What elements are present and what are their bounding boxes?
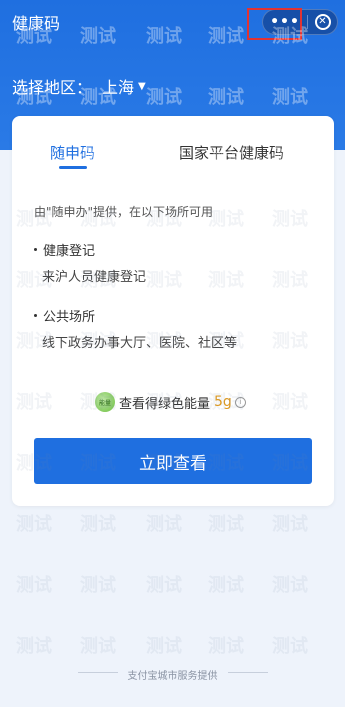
view-now-button[interactable]: 立即查看 [34,438,312,484]
watermark-text: 测试 [208,636,244,657]
section-health-registration[interactable]: 健康登记 [34,240,95,259]
watermark-text: 测试 [80,636,116,657]
footer-text: 支付宝城市服务提供 [127,671,218,682]
top-bar: 健康码 ••• ✕ [0,0,345,44]
watermark-text: 测试 [146,514,182,535]
info-icon[interactable]: i [234,396,246,408]
watermark-text: 测试 [208,514,244,535]
watermark-text: 测试 [146,636,182,657]
watermark-text: 测试 [272,514,308,535]
green-energy-icon: 能量 [95,392,115,412]
provider-text: 由"随申办"提供，在以下场所可用 [34,205,214,219]
health-code-card: 随申码 国家平台健康码 由"随申办"提供，在以下场所可用 健康登记 来沪人员健康… [12,116,334,506]
region-label: 选择地区： [12,78,93,97]
watermark-text: 测试 [272,575,308,596]
watermark-text: 测试 [80,575,116,596]
section-subtitle: 来沪人员健康登记 [42,270,147,285]
mini-app-capsule: ••• ✕ [262,9,338,35]
tab-bar: 随申码 国家平台健康码 [12,116,334,172]
footer-divider-right [228,672,268,673]
bullet-dot [34,314,37,317]
bullet-dot [34,248,37,251]
watermark-text: 测试 [16,575,52,596]
section-title-text: 健康登记 [43,244,96,259]
watermark-text: 测试 [208,575,244,596]
watermark-text: 测试 [16,636,52,657]
tab-suishen-code[interactable]: 随申码 [50,142,95,163]
close-circle-icon: ✕ [314,14,331,30]
caret-down-icon: ▼ [138,80,146,92]
region-value: 上海 [102,78,135,97]
watermark-text: 测试 [80,514,116,535]
region-value-wrap[interactable]: 上海 ▼ [102,74,146,98]
watermark-text: 测试 [272,636,308,657]
more-button[interactable]: ••• [263,10,307,34]
energy-text: 查看得绿色能量 [119,396,211,412]
green-energy-row[interactable]: 能量 查看得绿色能量 5g i [95,392,246,412]
energy-amount: 5g [214,394,232,410]
more-dots-icon: ••• [270,14,300,30]
tab-national-health-code[interactable]: 国家平台健康码 [179,142,284,163]
section-title-text: 公共场所 [43,310,96,325]
section-subtitle: 线下政务办事大厅、医院、社区等 [42,336,238,351]
close-glyph: ✕ [318,16,327,27]
active-tab-underline [59,166,87,169]
watermark-text: 测试 [16,514,52,535]
close-button[interactable]: ✕ [308,14,337,30]
region-selector[interactable]: 选择地区： 上海 ▼ [12,74,146,98]
watermark-text: 测试 [146,575,182,596]
app-title: 健康码 [12,14,61,33]
section-public-places[interactable]: 公共场所 [34,306,95,325]
